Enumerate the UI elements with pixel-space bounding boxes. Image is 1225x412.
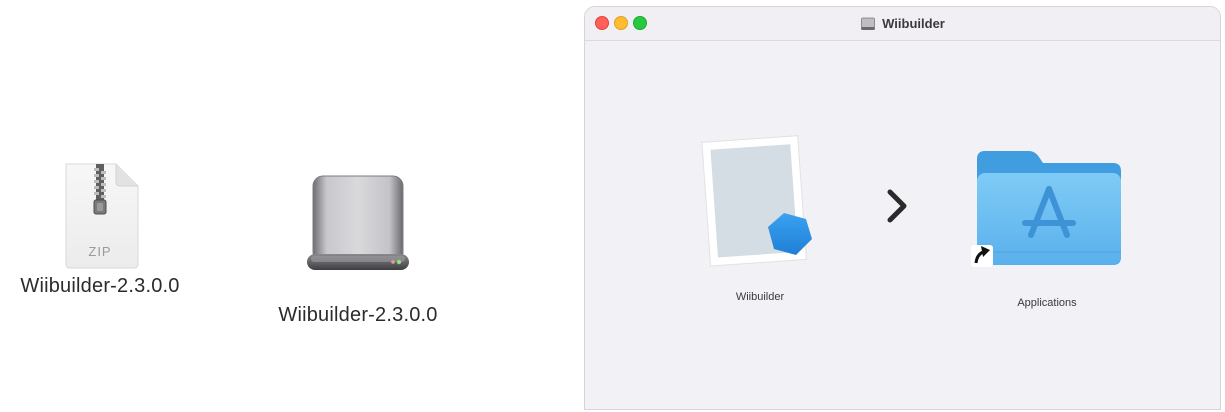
window-title: Wiibuilder [585,16,1220,31]
zip-file-item[interactable]: ZIP Wiibuilder-2.3.0.0 [0,160,200,298]
window-title-text: Wiibuilder [882,16,945,31]
applications-folder-icon [971,151,1121,267]
app-label: Wiibuilder [735,291,785,303]
wiibuilder-app-icon [701,135,812,267]
title-bar[interactable]: Wiibuilder [585,7,1220,41]
app-item[interactable]: Wiibuilder [675,129,845,303]
zip-badge: ZIP [88,244,112,259]
disk-icon [861,17,876,30]
zip-file-label: Wiibuilder-2.3.0.0 [20,275,180,297]
window-content: Wiibuilder Applications [585,41,1220,409]
disk-image-item[interactable]: Wiibuilder-2.3.0.0 [258,170,458,327]
applications-folder-item[interactable]: Applications [947,139,1147,309]
applications-label: Applications [1017,297,1077,309]
chevron-right-icon [887,189,907,223]
disk-image-icon [307,175,409,270]
disk-image-label: Wiibuilder-2.3.0.0 [278,304,438,326]
finder-window: Wiibuilder Wiibuilder Applications [584,6,1221,410]
